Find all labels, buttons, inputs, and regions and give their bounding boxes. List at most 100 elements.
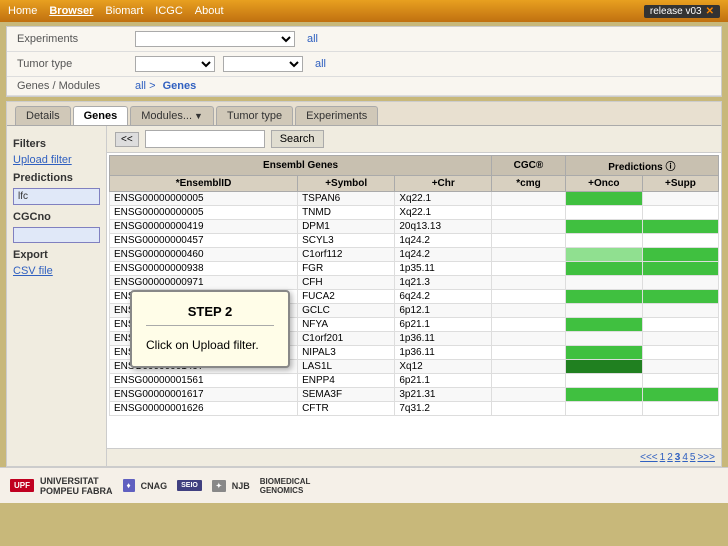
table-row[interactable]: ENSG00000000005TSPAN6Xq22.1 <box>110 192 719 206</box>
cell-supp <box>642 332 718 346</box>
page-5[interactable]: 5 <box>690 452 696 463</box>
release-badge: release v03 ✕ <box>644 5 720 18</box>
col-symbol[interactable]: +Symbol <box>298 176 395 192</box>
cell-cmg <box>492 276 566 290</box>
cnag-logo: ♦ <box>123 479 135 492</box>
footer-logo-seio: SEIO <box>177 480 202 491</box>
table-row[interactable]: ENSG00000000938FGR1p35.11 <box>110 262 719 276</box>
footer-logo-njb: ✦ NJB <box>212 480 250 492</box>
footer-logo-biomedical: BIOMEDICALGENOMICS <box>260 477 311 495</box>
col-chr[interactable]: +Chr <box>395 176 492 192</box>
breadcrumb-all[interactable]: all <box>135 80 146 92</box>
cell-symbol: CFH <box>298 276 395 290</box>
close-icon[interactable]: ✕ <box>706 6 714 17</box>
cell-chr: 20q13.13 <box>395 220 492 234</box>
page-4[interactable]: 4 <box>682 452 688 463</box>
cell-chr: 6p21.1 <box>395 318 492 332</box>
cell-supp <box>642 402 718 416</box>
cell-chr: 1p35.11 <box>395 262 492 276</box>
group-header-ensembl: Ensembl Genes <box>110 156 492 176</box>
cell-supp <box>642 220 718 234</box>
table-row[interactable]: ENSG00000000971CFH1q21.3 <box>110 276 719 290</box>
cell-ensemblid: ENSG00000000938 <box>110 262 298 276</box>
tab-modules[interactable]: Modules... ▼ <box>130 106 214 125</box>
footer: UPF UNIVERSITATPOMPEU FABRA ♦ CNAG SEIO … <box>0 467 728 503</box>
tumor-type-select2[interactable] <box>223 56 303 72</box>
experiments-filter-row: Experiments all <box>7 27 721 52</box>
cell-symbol: SCYL3 <box>298 234 395 248</box>
cell-ensemblid: ENSG00000000005 <box>110 206 298 220</box>
experiments-all-link[interactable]: all <box>307 33 318 45</box>
nav-biomart[interactable]: Biomart <box>105 5 143 17</box>
cell-supp <box>642 360 718 374</box>
page-3[interactable]: 3 <box>675 452 681 463</box>
page-next[interactable]: >>> <box>697 452 715 463</box>
upload-filter-link[interactable]: Upload filter <box>13 154 100 166</box>
cell-supp <box>642 318 718 332</box>
page-prev[interactable]: <<< <box>640 452 658 463</box>
cell-symbol: SEMA3F <box>298 388 395 402</box>
col-supp[interactable]: +Supp <box>642 176 718 192</box>
tab-genes[interactable]: Genes <box>73 106 129 125</box>
table-row[interactable]: ENSG00000000457SCYL31q24.2 <box>110 234 719 248</box>
tab-experiments[interactable]: Experiments <box>295 106 378 125</box>
cell-ensemblid: ENSG00000000419 <box>110 220 298 234</box>
group-header-predictions: Predictions ⓘ <box>565 156 718 176</box>
col-ensemblid[interactable]: *EnsemblID <box>110 176 298 192</box>
tumor-type-select[interactable] <box>135 56 215 72</box>
cell-onco <box>565 220 642 234</box>
njb-text: NJB <box>232 481 250 491</box>
upf-text: UNIVERSITATPOMPEU FABRA <box>40 476 113 496</box>
experiments-label: Experiments <box>17 33 127 45</box>
tab-details[interactable]: Details <box>15 106 71 125</box>
cell-cmg <box>492 192 566 206</box>
page-1[interactable]: 1 <box>660 452 666 463</box>
tab-tumor-type[interactable]: Tumor type <box>216 106 293 125</box>
step-popup: STEP 2 Click on Upload filter. <box>130 290 290 368</box>
experiments-select[interactable] <box>135 31 295 47</box>
cell-symbol: TSPAN6 <box>298 192 395 206</box>
cell-ensemblid: ENSG00000000457 <box>110 234 298 248</box>
cell-chr: 7q31.2 <box>395 402 492 416</box>
cell-ensemblid: ENSG00000001561 <box>110 374 298 388</box>
tumor-type-all-link[interactable]: all <box>315 58 326 70</box>
nav-home[interactable]: Home <box>8 5 37 17</box>
nav-prev-button[interactable]: << <box>115 132 139 147</box>
cell-symbol: FGR <box>298 262 395 276</box>
cell-cmg <box>492 206 566 220</box>
cell-symbol: NIPAL3 <box>298 346 395 360</box>
cell-symbol: LAS1L <box>298 360 395 374</box>
cgc-box <box>13 227 100 243</box>
cell-cmg <box>492 290 566 304</box>
table-row[interactable]: ENSG00000000460C1orf1121q24.2 <box>110 248 719 262</box>
step-desc: Click on Upload filter. <box>146 336 274 354</box>
table-row[interactable]: ENSG00000000005TNMDXq22.1 <box>110 206 719 220</box>
csv-file-link[interactable]: CSV file <box>13 265 100 277</box>
search-button[interactable]: Search <box>271 130 324 148</box>
cell-onco <box>565 262 642 276</box>
search-input[interactable] <box>145 130 265 148</box>
cell-chr: 1q21.3 <box>395 276 492 290</box>
table-row[interactable]: ENSG00000000419DPM120q13.13 <box>110 220 719 234</box>
sidebar: Filters Upload filter Predictions lfc CG… <box>7 126 107 466</box>
nav-icgc[interactable]: ICGC <box>155 5 183 17</box>
breadcrumb-genes[interactable]: Genes <box>163 80 197 92</box>
breadcrumb-links: all > Genes <box>131 80 196 92</box>
cell-cmg <box>492 220 566 234</box>
cell-cmg <box>492 360 566 374</box>
cell-onco <box>565 374 642 388</box>
nav-browser[interactable]: Browser <box>49 5 93 17</box>
cell-supp <box>642 206 718 220</box>
table-row[interactable]: ENSG00000001561ENPP46p21.1 <box>110 374 719 388</box>
panel-with-sidebar: Filters Upload filter Predictions lfc CG… <box>7 126 721 466</box>
filters-section-title: Filters <box>13 138 100 150</box>
predictions-label: lfc <box>18 191 28 202</box>
page-2[interactable]: 2 <box>667 452 673 463</box>
nav-about[interactable]: About <box>195 5 224 17</box>
col-cmg[interactable]: *cmg <box>492 176 566 192</box>
cell-cmg <box>492 374 566 388</box>
group-header-cgc: CGC® <box>492 156 566 176</box>
table-row[interactable]: ENSG00000001626CFTR7q31.2 <box>110 402 719 416</box>
table-row[interactable]: ENSG00000001617SEMA3F3p21.31 <box>110 388 719 402</box>
col-onco[interactable]: +Onco <box>565 176 642 192</box>
